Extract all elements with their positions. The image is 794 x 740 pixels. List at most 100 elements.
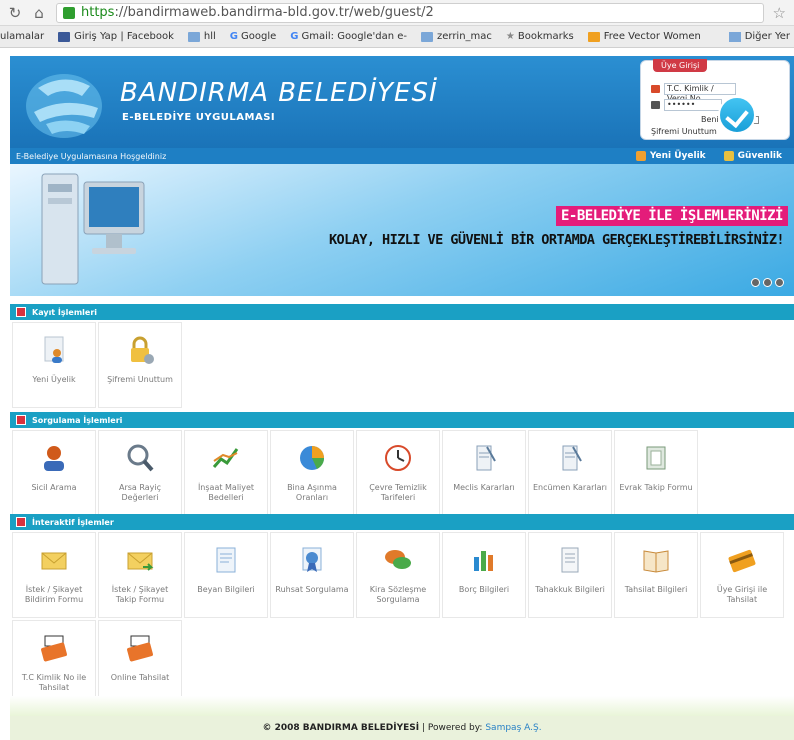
section-header-interactive: İnteraktif İşlemler [10,514,794,530]
slider-dot[interactable] [763,278,772,287]
bookmark-item[interactable]: zerrin_mac [420,31,492,42]
pie-chart-icon [300,446,325,470]
user-icon [651,85,660,93]
star-icon: ★ [505,31,515,42]
tile-label: İnşaat Maliyet Bedelleri [197,483,255,502]
bookmark-item[interactable]: ulamalar [0,31,44,42]
site-footer: © 2008 BANDIRMA BELEDİYESİ | Powered by:… [10,716,794,740]
new-member-icon [635,151,646,161]
padlock-icon [723,151,734,161]
lock-icon [131,336,154,364]
tile-label: Online Tahsilat [110,673,170,682]
powered-by-link[interactable]: Sampaş A.Ş. [485,723,541,733]
other-bookmarks[interactable]: Diğer Yer [728,31,790,42]
padlock-icon [651,101,660,109]
google-icon: G [290,31,299,42]
forgot-password-link[interactable]: Şifremi Unuttum [651,127,717,136]
tile-construction-cost[interactable]: İnşaat Maliyet Bedelleri [184,430,268,516]
folder-icon [646,446,666,470]
tile-label: Kira Sözleşme Sorgulama [369,585,427,604]
tile-council-decisions[interactable]: Meclis Kararları [442,430,526,516]
bookmark-item[interactable]: ★ Bookmarks [506,31,574,42]
registration-tiles: Yeni Üyelik Şifremi Unuttum [12,322,184,408]
tile-label: Evrak Takip Formu [619,483,693,492]
tile-member-payment[interactable]: Üye Girişi ile Tahsilat [700,532,784,618]
tile-document-tracking[interactable]: Evrak Takip Formu [614,430,698,516]
chart-icon [212,448,239,468]
tile-cleaning-tariffs[interactable]: Çevre Temizlik Tarifeleri [356,430,440,516]
tile-land-value[interactable]: Arsa Rayiç Değerleri [98,430,182,516]
tile-new-member[interactable]: Yeni Üyelik [12,322,96,408]
tile-declaration-info[interactable]: Beyan Bilgileri [184,532,268,618]
lock-icon [63,6,75,19]
speech-bubble-icon [385,550,411,569]
bookmark-item[interactable]: G Google [230,31,276,42]
tile-lease-query[interactable]: Kira Sözleşme Sorgulama [356,532,440,618]
copyright-text: © 2008 BANDIRMA BELEDİYESİ [262,723,420,733]
tile-label: Bina Aşınma Oranları [287,483,337,502]
bookmark-star-icon[interactable]: ☆ [773,4,786,22]
section-header-registration: Kayıt İşlemleri [10,304,794,320]
receipt-icon [561,547,579,573]
tile-license-query[interactable]: Ruhsat Sorgulama [270,532,354,618]
tile-debt-info[interactable]: Borç Bilgileri [442,532,526,618]
envelope-icon [41,552,67,570]
book-icon [643,550,669,573]
bookmark-label: Bookmarks [517,31,574,42]
envelope-arrow-icon [127,552,154,571]
tile-online-payment[interactable]: Online Tahsilat [98,620,182,706]
magnifier-icon [127,444,154,472]
tile-committee-decisions[interactable]: Encümen Kararları [528,430,612,516]
tile-id-payment[interactable]: T.C Kimlik No ile Tahsilat [12,620,96,706]
document-icon [562,445,582,471]
tile-label: İstek / Şikayet Takip Formu [111,585,169,604]
bookmark-label: Giriş Yap | Facebook [74,31,174,42]
home-icon[interactable]: ⌂ [30,4,48,22]
person-icon [44,446,64,471]
login-submit-button[interactable] [718,96,756,134]
slider-dot[interactable] [775,278,784,287]
tile-accrual-info[interactable]: Tahakkuk Bilgileri [528,532,612,618]
tile-label: Beyan Bilgileri [197,585,255,594]
slider-dots [748,278,784,287]
bookmark-item[interactable]: Giriş Yap | Facebook [58,31,174,42]
tile-label: T.C Kimlik No ile Tahsilat [21,673,87,692]
banner-tagline: KOLAY, HIZLI VE GÜVENLİ BİR ORTAMDA GERÇ… [328,232,785,248]
tile-depreciation[interactable]: Bina Aşınma Oranları [270,430,354,516]
tile-forgot-password[interactable]: Şifremi Unuttum [98,322,182,408]
credit-card-icon [728,549,756,573]
bookmark-item[interactable]: hll [187,31,216,42]
bar-chart-icon [474,551,493,571]
security-link[interactable]: Güvenlik [723,151,782,161]
address-field[interactable]: https ://bandirmaweb.bandirma-bld.gov.tr… [56,2,764,23]
reload-icon[interactable]: ↻ [6,4,24,22]
new-member-link[interactable]: Yeni Üyelik [635,151,706,161]
promo-banner: E-BELEDİYE İLE İŞLEMLERİNİZİ KOLAY, HIZL… [10,164,794,296]
password-input[interactable]: •••••• [664,99,722,111]
tile-label: Tahsilat Bilgileri [624,585,688,594]
section-title: Kayıt İşlemleri [32,307,98,317]
bookmark-item[interactable]: Free Vector Women [587,31,701,42]
slider-dot[interactable] [751,278,760,287]
tc-input[interactable]: T.C. Kimlik / Vergi No [664,83,736,103]
bookmark-label: Gmail: Google'dan e- [301,31,407,42]
section-flag-icon [16,517,26,527]
municipality-logo[interactable] [24,66,110,140]
payment-tiles: T.C Kimlik No ile Tahsilat Online Tahsil… [12,620,184,706]
url-scheme: https [81,5,115,20]
tile-registry-search[interactable]: Sicil Arama [12,430,96,516]
tile-label: Sicil Arama [31,483,77,492]
tile-collection-info[interactable]: Tahsilat Bilgileri [614,532,698,618]
tile-request-complaint-tracking[interactable]: İstek / Şikayet Takip Formu [98,532,182,618]
bookmark-item[interactable]: G Gmail: Google'dan e- [290,31,407,42]
tile-label: Ruhsat Sorgulama [275,585,349,594]
banner-headline: E-BELEDİYE İLE İŞLEMLERİNİZİ [555,206,788,226]
tile-label: Yeni Üyelik [32,375,76,384]
forgot-row: Şifremi Unuttum [651,127,717,136]
form-icon [216,547,236,573]
interactive-tiles: İstek / Şikayet Bildirim Formu İstek / Ş… [12,532,786,618]
tile-label: Çevre Temizlik Tarifeleri [369,483,427,502]
login-tab: Üye Girişi [653,59,708,72]
section-title: Sorgulama İşlemleri [32,415,123,425]
tile-request-complaint-form[interactable]: İstek / Şikayet Bildirim Formu [12,532,96,618]
